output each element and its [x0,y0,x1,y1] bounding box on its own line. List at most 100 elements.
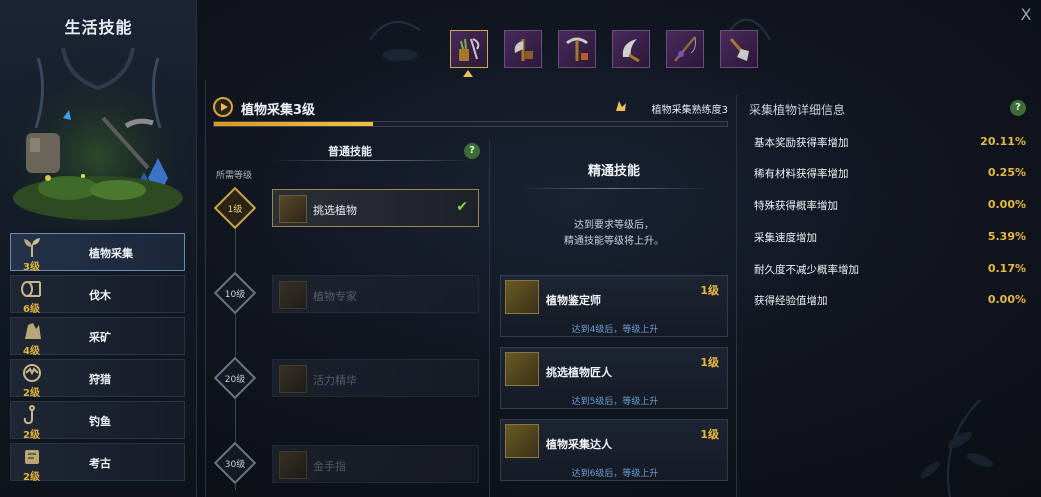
axe-icon [514,39,533,61]
master-skill-level: 1级 [700,428,719,441]
sidebar-item-hunting[interactable]: 2级 狩猎 [10,359,185,399]
master-skill-plant-gathering-master[interactable]: 植物采集达人 1级 达到6级后，等级上升 [500,419,728,481]
detail-label: 基本奖励获得率增加 [754,137,849,149]
tool-tab-fishing[interactable] [666,30,704,68]
leaf-decoration [920,399,994,497]
sidebar-item-plant-gathering[interactable]: 3级 植物采集 [10,233,185,273]
sidebar-item-fishing[interactable]: 2级 钓鱼 [10,401,185,441]
plant-expert-icon [279,281,307,309]
master-skill-plant-appraiser[interactable]: 植物鉴定师 1级 达到4级后，等级上升 [500,275,728,337]
sidebar-item-mining[interactable]: 4级 采矿 [10,317,185,357]
sprout-icon [24,238,40,257]
tool-tab-hunting[interactable] [612,30,650,68]
detail-value: 20.11% [980,135,1026,148]
log-icon [21,281,41,297]
skill-level: 2级 [23,472,40,483]
tool-tab-archaeology[interactable] [720,30,758,68]
master-desc-line: 达到要求等级后， [574,220,654,231]
detail-label: 耐久度不减少概率增加 [754,264,859,276]
skill-label: 钓鱼 [89,415,111,428]
tool-tab-mining[interactable] [558,30,596,68]
level-node-label: 30级 [224,460,246,470]
experience-bar [213,121,728,127]
shovel-icon [729,38,749,61]
plant-gathering-master-icon [505,424,539,458]
life-skills-window: 生活技能 3级 植物采集 6级 伐木 4级 采矿 2级 狩猎 2级 钓鱼 2级 … [0,0,1041,497]
normal-skill-pick-plants[interactable]: 挑选植物 ✔ [272,189,479,227]
skill-label: 伐木 [89,289,111,302]
check-icon: ✔ [456,199,468,215]
detail-label: 采集速度增加 [754,232,817,244]
master-skill-name: 植物鉴定师 [546,294,601,307]
sidebar-title: 生活技能 [64,18,133,37]
detail-value: 0.00% [987,293,1026,306]
detail-value: 0.25% [987,166,1026,179]
skill-level: 3级 [23,262,40,273]
sidebar-item-logging[interactable]: 6级 伐木 [10,275,185,315]
skill-label: 采矿 [89,331,111,344]
tab-normal-skills[interactable]: 普通技能 [300,143,400,159]
detail-label: 稀有材料获得率增加 [754,168,849,180]
skill-level: 6级 [23,304,40,315]
detail-row: 基本奖励获得率增加 20.11% [754,133,1026,151]
golden-finger-icon [279,451,307,479]
skill-label: 考古 [89,457,111,470]
detail-row: 采集速度增加 5.39% [754,228,1026,246]
normal-skill-vitality-essence[interactable]: 活力精华 [272,359,479,397]
herb-sickle-icon [459,38,480,61]
tab-underline [272,160,472,161]
trap-icon [23,364,41,382]
skill-title: 植物采集3级 [241,103,316,118]
tool-tab-logging[interactable] [504,30,542,68]
pick-plants-icon [279,195,307,223]
sidebar-item-archaeology[interactable]: 2级 考古 [10,443,185,483]
divider [205,80,206,497]
skill-label: 狩猎 [89,373,111,386]
skill-name: 活力精华 [313,374,357,387]
level-node-label: 1级 [227,205,243,215]
master-skill-pick-plants-artisan[interactable]: 挑选植物匠人 1级 达到5级后，等级上升 [500,347,728,409]
vitality-essence-icon [279,365,307,393]
master-skill-level: 1级 [700,356,719,369]
normal-skill-golden-finger[interactable]: 金手指 [272,445,479,483]
experience-fill [214,122,374,126]
skill-label: 植物采集 [89,247,133,260]
normal-help-icon[interactable]: ? [464,143,480,159]
master-skill-requirement: 达到5级后，等级上升 [571,397,659,407]
detail-row: 稀有材料获得率增加 0.25% [754,164,1026,182]
hunting-blade-icon [622,39,640,63]
selected-indicator [463,70,473,77]
skill-level: 4级 [23,346,40,357]
divider [736,95,737,497]
skill-name: 植物专家 [313,290,357,303]
master-skill-requirement: 达到6级后，等级上升 [571,469,659,479]
fishing-rod-icon [674,36,696,62]
plant-appraiser-icon [505,280,539,314]
detail-help-icon[interactable]: ? [1010,100,1026,116]
pickaxe-icon [566,37,588,61]
detail-value: 5.39% [987,230,1026,243]
play-icon [213,97,233,117]
required-level-label: 所需等级 [216,171,253,181]
close-button[interactable]: X [1015,4,1037,26]
tool-tab-plant-gathering[interactable] [450,30,488,68]
master-skill-requirement: 达到4级后，等级上升 [571,325,659,335]
divider [489,140,490,497]
proficiency-label: 植物采集熟练度3 [651,105,728,116]
detail-row: 获得经验值增加 0.00% [754,291,1026,309]
master-description: 达到要求等级后， 精通技能等级将上升。 [500,218,728,250]
pick-plants-artisan-icon [505,352,539,386]
skill-name: 挑选植物 [313,204,357,217]
level-node-label: 10级 [224,290,246,300]
master-skill-name: 植物采集达人 [546,438,612,451]
normal-skill-plant-expert[interactable]: 植物专家 [272,275,479,313]
detail-row: 耐久度不减少概率增加 0.17% [754,260,1026,278]
master-desc-line: 精通技能等级将上升。 [564,236,664,247]
detail-value: 0.17% [987,262,1026,275]
master-skill-name: 挑选植物匠人 [546,366,612,379]
detail-row: 特殊获得概率增加 0.00% [754,196,1026,214]
skill-name: 金手指 [313,460,346,473]
detail-value: 0.00% [987,198,1026,211]
detail-label: 获得经验值增加 [754,295,828,307]
ore-icon [25,323,41,339]
